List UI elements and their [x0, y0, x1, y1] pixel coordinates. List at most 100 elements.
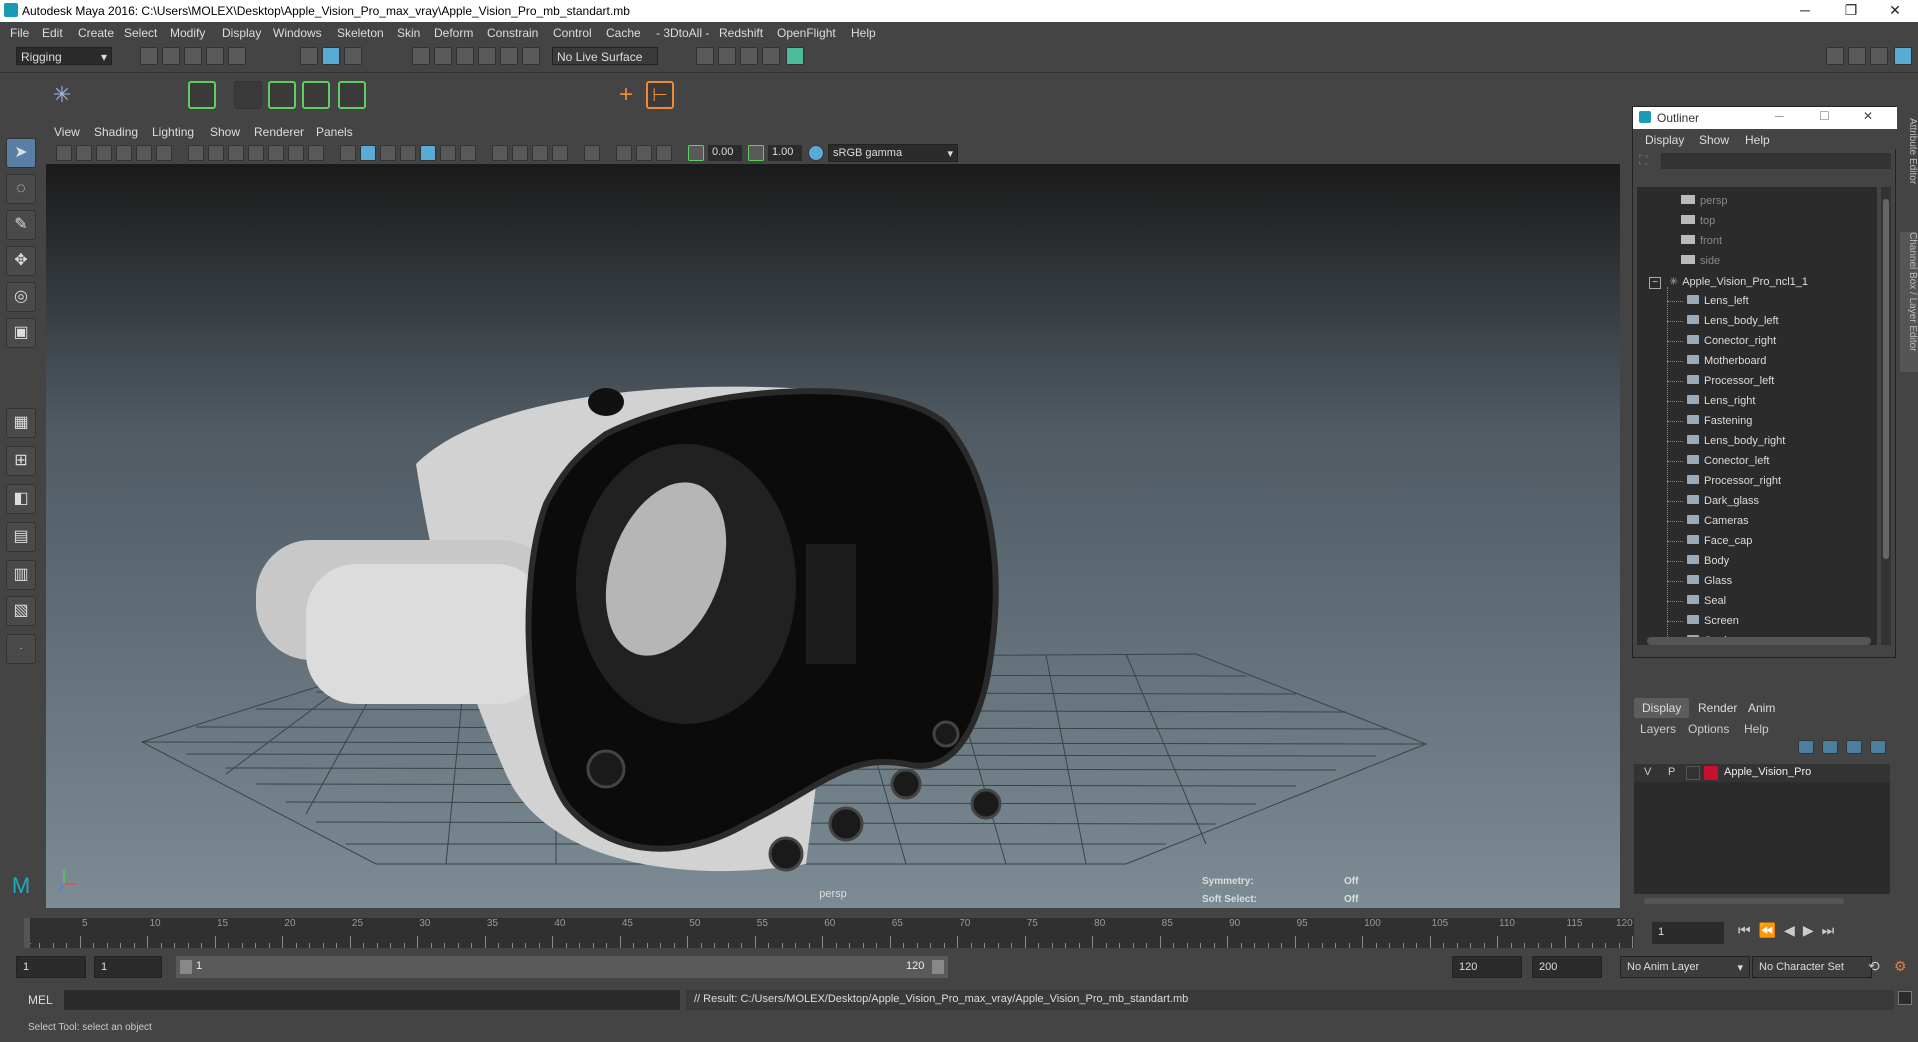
- live-surface-field[interactable]: No Live Surface: [552, 47, 658, 65]
- outliner-close-button[interactable]: ✕: [1863, 109, 1873, 123]
- snap-surface-icon[interactable]: [500, 47, 518, 65]
- layer-reference-toggle[interactable]: [1686, 766, 1700, 780]
- xray-components-icon[interactable]: [532, 145, 548, 161]
- save-scene-icon[interactable]: [184, 47, 202, 65]
- tree-camera-row[interactable]: front: [1681, 235, 1722, 255]
- outliner-maximize-button[interactable]: ☐: [1819, 109, 1830, 123]
- layer-playback-toggle[interactable]: P: [1668, 766, 1675, 778]
- menu-edit[interactable]: Edit: [42, 26, 63, 40]
- step-back-key-icon[interactable]: ⏪: [1759, 922, 1784, 938]
- layer-row[interactable]: V P Apple_Vision_Pro: [1634, 764, 1890, 782]
- film-gate-icon[interactable]: [208, 145, 224, 161]
- redo-icon[interactable]: [228, 47, 246, 65]
- orient-joint-icon[interactable]: [188, 81, 216, 109]
- vp-menu-view[interactable]: View: [54, 125, 80, 139]
- lattice-icon[interactable]: [338, 81, 366, 109]
- safe-action-icon[interactable]: [288, 145, 304, 161]
- go-to-end-icon[interactable]: ⏭: [1822, 922, 1843, 938]
- color-management-icon[interactable]: [808, 145, 824, 161]
- gate-mask-icon[interactable]: [248, 145, 264, 161]
- ik-spline-icon[interactable]: [118, 81, 146, 109]
- safe-title-icon[interactable]: [308, 145, 324, 161]
- outliner-layout-icon[interactable]: ▥: [6, 560, 36, 590]
- script-editor-icon[interactable]: [1898, 991, 1912, 1005]
- tree-item-row[interactable]: Processor_right: [1667, 475, 1781, 495]
- menu-display[interactable]: Display: [222, 26, 261, 40]
- character-set-dropdown[interactable]: No Character Set: [1752, 956, 1872, 978]
- paint-weights-icon[interactable]: [302, 81, 330, 109]
- play-forward-icon[interactable]: ▶: [1803, 922, 1822, 938]
- open-scene-icon[interactable]: [162, 47, 180, 65]
- single-pane-layout-icon[interactable]: ▦: [6, 408, 36, 438]
- outliner-scroll-thumb[interactable]: [1883, 199, 1889, 559]
- camera-views-icon[interactable]: [616, 145, 632, 161]
- outliner-menu-display[interactable]: Display: [1645, 133, 1684, 147]
- move-tool-icon[interactable]: ✥: [6, 246, 36, 276]
- two-d-pan-icon[interactable]: [136, 145, 152, 161]
- snap-grid-icon[interactable]: [412, 47, 430, 65]
- tree-item-row[interactable]: Lens_left: [1667, 295, 1749, 315]
- script-language-toggle[interactable]: MEL: [28, 993, 53, 1007]
- tree-item-row[interactable]: Seal: [1667, 595, 1726, 615]
- vp-menu-lighting[interactable]: Lighting: [152, 125, 194, 139]
- scale-tool-icon[interactable]: ▣: [6, 318, 36, 348]
- anim-layer-dropdown[interactable]: No Anim Layer ▾: [1620, 956, 1750, 978]
- outliner-hscroll-thumb[interactable]: [1647, 637, 1871, 645]
- layer-menu-options[interactable]: Options: [1688, 722, 1729, 736]
- orient-constraint-icon[interactable]: [490, 81, 518, 109]
- animation-start-field[interactable]: 1: [16, 956, 86, 978]
- render-settings-icon[interactable]: [696, 47, 714, 65]
- channel-box-tab[interactable]: Channel Box / Layer Editor: [1900, 232, 1918, 372]
- snap-view-icon[interactable]: [478, 47, 496, 65]
- menu-cache[interactable]: Cache: [606, 26, 641, 40]
- select-component-icon[interactable]: [344, 47, 362, 65]
- scale-constraint-icon[interactable]: [526, 81, 554, 109]
- vp-menu-panels[interactable]: Panels: [316, 125, 353, 139]
- bind-skin-icon[interactable]: [234, 81, 262, 109]
- frame-selected-icon[interactable]: [656, 145, 672, 161]
- tree-item-row[interactable]: Motherboard: [1667, 355, 1766, 375]
- current-frame-field[interactable]: 1: [1652, 922, 1724, 944]
- collapse-icon[interactable]: −: [1649, 277, 1661, 289]
- attribute-editor-tab[interactable]: Attribute Editor: [1900, 118, 1918, 218]
- ipr-render-icon[interactable]: [740, 47, 758, 65]
- maya-home-icon[interactable]: M: [6, 872, 36, 902]
- tree-item-row[interactable]: Screen: [1667, 615, 1739, 635]
- tree-camera-row[interactable]: persp: [1681, 195, 1728, 215]
- mirror-joint-icon[interactable]: [152, 81, 180, 109]
- layer-menu-layers[interactable]: Layers: [1640, 722, 1676, 736]
- tree-item-row[interactable]: Dark_glass: [1667, 495, 1759, 515]
- graph-layout-icon[interactable]: ▤: [6, 522, 36, 552]
- image-plane-icon[interactable]: [116, 145, 132, 161]
- viewport-3d[interactable]: Symmetry: Off Soft Select: Off persp: [46, 164, 1620, 908]
- layer-color-swatch[interactable]: [1704, 766, 1718, 780]
- smooth-bind-icon[interactable]: [268, 81, 296, 109]
- menu-control[interactable]: Control: [553, 26, 592, 40]
- wireframe-on-shaded-icon[interactable]: [380, 145, 396, 161]
- move-layer-up-icon[interactable]: [1798, 740, 1814, 754]
- lasso-tool-icon[interactable]: ◌: [6, 174, 36, 204]
- tree-item-row[interactable]: Lens_right: [1667, 395, 1755, 415]
- menu-deform[interactable]: Deform: [434, 26, 473, 40]
- animation-end-field[interactable]: 200: [1532, 956, 1602, 978]
- layer-hscroll-thumb[interactable]: [1644, 898, 1844, 904]
- channel-box-toggle-icon[interactable]: [1894, 47, 1912, 65]
- playback-end-field[interactable]: 120: [1452, 956, 1522, 978]
- outliner-search-input[interactable]: [1661, 153, 1891, 169]
- cluster-icon[interactable]: [386, 81, 414, 109]
- locator-icon[interactable]: +: [612, 81, 640, 109]
- menu-file[interactable]: File: [10, 26, 29, 40]
- four-pane-layout-icon[interactable]: ⊞: [6, 446, 36, 476]
- attribute-editor-toggle-icon[interactable]: [1848, 47, 1866, 65]
- snap-curve-icon[interactable]: [434, 47, 452, 65]
- isolate-select-icon[interactable]: [584, 145, 600, 161]
- resolution-gate-icon[interactable]: [228, 145, 244, 161]
- ik-handle-icon[interactable]: [84, 81, 112, 109]
- range-end-handle[interactable]: [932, 960, 944, 974]
- bookmark-icon[interactable]: [96, 145, 112, 161]
- menu-windows[interactable]: Windows: [273, 26, 322, 40]
- time-ruler[interactable]: 1510152025303540455055606570758085909510…: [24, 918, 1634, 948]
- auto-key-icon[interactable]: ⟲: [1868, 958, 1880, 975]
- snap-pivot-icon[interactable]: [522, 47, 540, 65]
- tree-camera-row[interactable]: top: [1681, 215, 1715, 235]
